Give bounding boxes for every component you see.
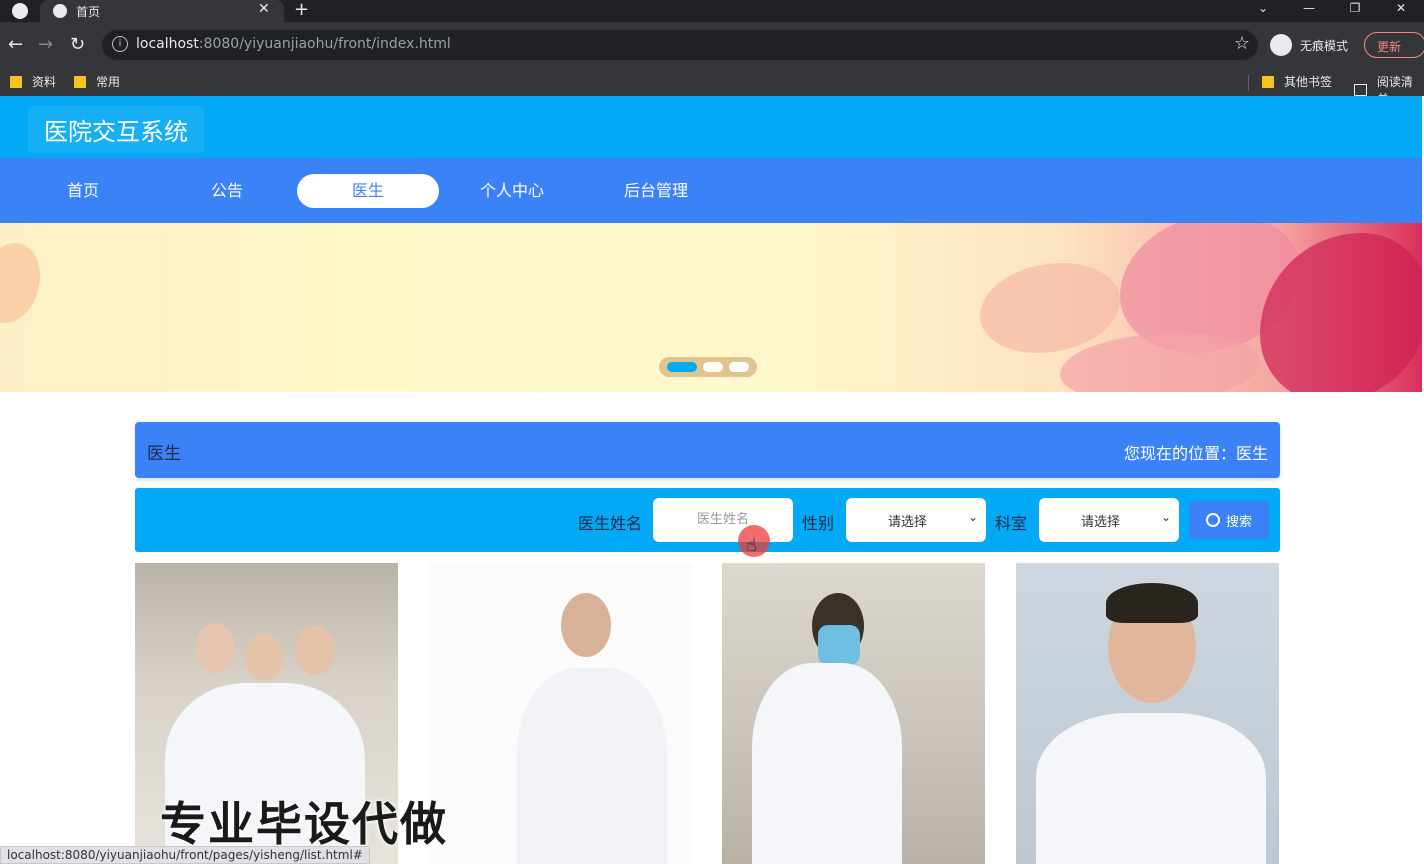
reading-list-icon bbox=[1354, 84, 1367, 96]
close-window-icon[interactable]: ✕ bbox=[1378, 0, 1424, 22]
section-title: 医生 bbox=[147, 444, 181, 464]
bookmark-folder-1[interactable]: 资料 bbox=[10, 73, 56, 90]
doctor-card[interactable] bbox=[1016, 563, 1279, 864]
department-label: 科室 bbox=[995, 514, 1028, 533]
restore-icon[interactable]: ❐ bbox=[1332, 0, 1378, 22]
doctor-photo bbox=[295, 625, 335, 675]
nav-profile[interactable]: 个人中心 bbox=[441, 174, 583, 208]
doctor-card[interactable] bbox=[722, 563, 985, 864]
nav-admin[interactable]: 后台管理 bbox=[585, 174, 727, 208]
overlay-watermark-text: 专业毕设代做 bbox=[160, 797, 448, 851]
breadcrumb: 医生 您现在的位置：医生 bbox=[135, 422, 1280, 478]
doctor-card[interactable] bbox=[429, 563, 692, 864]
doctor-photo bbox=[1036, 713, 1266, 864]
nav-home[interactable]: 首页 bbox=[12, 174, 154, 208]
reload-icon[interactable]: ↻ bbox=[70, 34, 85, 55]
doctor-photo bbox=[561, 593, 611, 657]
doctor-photo bbox=[818, 625, 860, 665]
site-title[interactable]: 医院交互系统 bbox=[28, 106, 204, 153]
folder-icon bbox=[10, 75, 22, 88]
bookmark-star-icon[interactable]: ☆ bbox=[1234, 33, 1250, 54]
window-controls: ⌄ — ❐ ✕ bbox=[1240, 0, 1424, 22]
browser-toolbar: ← → ↻ i localhost:8080/yiyuanjiaohu/fron… bbox=[0, 22, 1424, 68]
nav-doctors[interactable]: 医生 bbox=[297, 174, 439, 208]
status-bar-url: localhost:8080/yiyuanjiaohu/front/pages/… bbox=[0, 846, 370, 864]
site-header: 医院交互系统 bbox=[0, 96, 1422, 158]
bookmark-folder-2[interactable]: 常用 bbox=[74, 73, 120, 90]
carousel-indicators bbox=[659, 357, 757, 377]
search-icon bbox=[1205, 513, 1220, 527]
doctor-photo bbox=[245, 633, 283, 681]
incognito-indicator[interactable]: 无痕模式 bbox=[1270, 34, 1348, 56]
chevron-down-icon: ⌄ bbox=[967, 510, 978, 524]
globe-icon bbox=[53, 4, 67, 18]
doctor-photo bbox=[195, 623, 235, 673]
forward-icon[interactable]: → bbox=[38, 34, 53, 55]
search-form: 医生姓名 医生姓名 性别 请选择 ⌄ 科室 请选择 ⌄ 搜索 bbox=[135, 488, 1280, 552]
bookmark-separator bbox=[1248, 75, 1249, 91]
banner-decoration bbox=[980, 263, 1120, 353]
carousel-dot-2[interactable] bbox=[703, 362, 723, 372]
main-nav: 首页 公告 医生 个人中心 后台管理 bbox=[0, 158, 1422, 223]
doctor-photo bbox=[517, 668, 667, 864]
hand-cursor-icon: ☝ bbox=[746, 535, 757, 556]
banner-carousel[interactable] bbox=[0, 223, 1422, 392]
close-tab-icon[interactable]: ✕ bbox=[258, 1, 270, 17]
nav-notices[interactable]: 公告 bbox=[156, 174, 298, 208]
current-location: 您现在的位置：医生 bbox=[1123, 444, 1268, 463]
tab-search-icon[interactable]: ⌄ bbox=[1240, 0, 1286, 22]
info-icon[interactable]: i bbox=[112, 36, 128, 52]
chevron-down-icon: ⌄ bbox=[1160, 510, 1171, 524]
doctor-name-input[interactable]: 医生姓名 bbox=[653, 498, 793, 542]
update-button[interactable]: 更新 bbox=[1364, 32, 1424, 58]
browser-tab[interactable]: 首页 ✕ bbox=[40, 0, 284, 22]
incognito-label: 无痕模式 bbox=[1300, 38, 1349, 53]
browser-menu-icon[interactable] bbox=[12, 3, 28, 19]
gender-label: 性别 bbox=[802, 514, 835, 533]
carousel-dot-1[interactable] bbox=[667, 362, 697, 372]
doctor-photo bbox=[1106, 583, 1198, 623]
doctor-photo bbox=[752, 663, 902, 864]
url-text[interactable]: localhost:8080/yiyuanjiaohu/front/index.… bbox=[136, 36, 451, 52]
carousel-dot-3[interactable] bbox=[729, 362, 749, 372]
new-tab-icon[interactable]: + bbox=[294, 0, 309, 20]
address-bar[interactable]: i localhost:8080/yiyuanjiaohu/front/inde… bbox=[102, 30, 1258, 60]
bookmarks-bar: 资料 常用 其他书签 阅读清单 bbox=[0, 68, 1424, 106]
doctor-name-label: 医生姓名 bbox=[578, 514, 643, 533]
browser-tab-bar: 首页 ✕ + ⌄ — ❐ ✕ bbox=[0, 0, 1424, 22]
tab-title: 首页 bbox=[76, 5, 101, 19]
back-icon[interactable]: ← bbox=[8, 34, 23, 55]
gender-select[interactable]: 请选择 ⌄ bbox=[846, 498, 986, 542]
search-button[interactable]: 搜索 bbox=[1189, 501, 1269, 539]
folder-icon bbox=[1262, 75, 1274, 88]
other-bookmarks[interactable]: 其他书签 bbox=[1262, 73, 1332, 90]
department-select[interactable]: 请选择 ⌄ bbox=[1039, 498, 1179, 542]
folder-icon bbox=[74, 75, 86, 88]
incognito-icon bbox=[1270, 34, 1292, 56]
banner-decoration bbox=[1060, 333, 1260, 392]
banner-decoration bbox=[0, 243, 40, 323]
minimize-icon[interactable]: — bbox=[1286, 0, 1332, 22]
